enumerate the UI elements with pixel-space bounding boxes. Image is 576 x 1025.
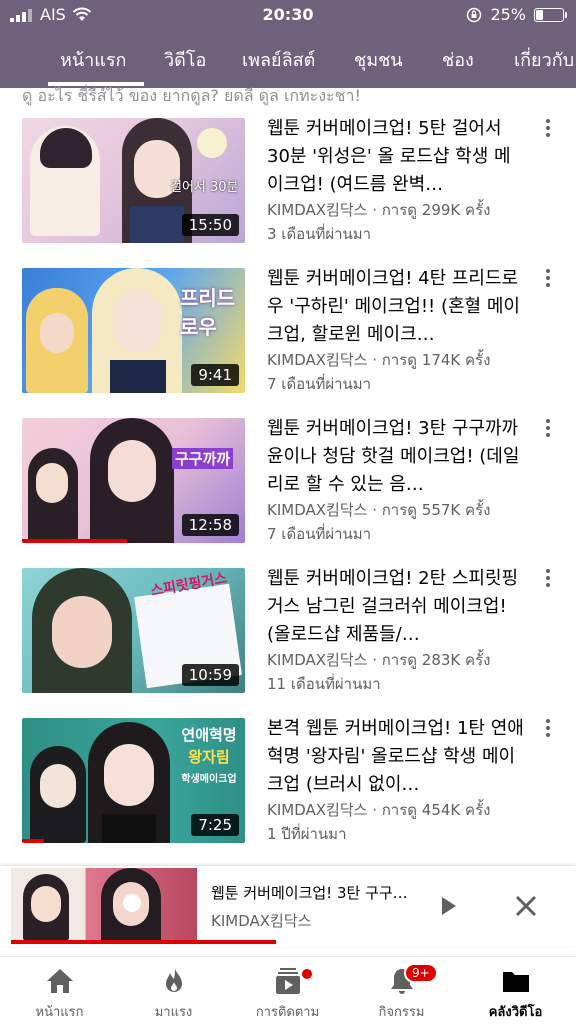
video-item[interactable]: 프리드로우 9:41 웹툰 커버메이크업! 4탄 프리드로우 '구하린' 메이크…	[0, 268, 576, 398]
thumbnail-caption: 연애혁명	[181, 726, 237, 744]
more-options-icon[interactable]	[538, 566, 558, 596]
mini-player[interactable]: 웹툰 커버메이크업! 3탄 구구… KIMDAX킴닥스	[0, 866, 576, 946]
tab-home[interactable]: หน้าแรก	[60, 45, 126, 74]
video-age: 3 เดือนที่ผ่านมา	[267, 225, 372, 243]
video-thumbnail[interactable]: 걸어서 30분 15:50	[22, 118, 245, 243]
video-age: 1 ปีที่ผ่านมา	[267, 825, 347, 843]
mini-player-channel: KIMDAX킴닥스	[211, 912, 312, 930]
library-icon	[503, 972, 529, 992]
battery-icon	[534, 7, 567, 22]
nav-trending-label: มาแรง	[154, 1005, 193, 1020]
tab-playlists[interactable]: เพลย์ลิสต์	[242, 45, 315, 74]
tab-videos[interactable]: วิดีโอ	[164, 45, 206, 74]
mini-player-title[interactable]: 웹툰 커버메이크업! 3탄 구구…	[211, 882, 416, 903]
battery-percent: 25%	[490, 5, 526, 24]
video-age: 7 เดือนที่ผ่านมา	[267, 375, 372, 393]
video-meta: KIMDAX킴닥스 · การดู 557K ครั้ง 7 เดือนที่ผ…	[267, 498, 527, 546]
video-meta: KIMDAX킴닥스 · การดู 283K ครั้ง 11 เดือนที่…	[267, 648, 527, 696]
video-title[interactable]: 웹툰 커버메이크업! 5탄 걸어서 30분 '위성은' 올 로드샵 학생 메이크…	[267, 115, 525, 199]
thumbnail-caption: 걸어서 30분	[170, 180, 239, 195]
status-bar: AIS 20:30 25%	[0, 0, 576, 30]
video-duration: 9:41	[191, 364, 239, 386]
battery-level	[536, 9, 543, 20]
mini-player-thumbnail[interactable]	[11, 868, 197, 940]
video-channel-views: KIMDAX킴닥스 · การดู 557K ครั้ง	[267, 501, 491, 519]
orientation-lock-icon	[467, 7, 482, 22]
video-channel-views: KIMDAX킴닥스 · การดู 454K ครั้ง	[267, 801, 491, 819]
more-options-icon[interactable]	[538, 266, 558, 296]
nav-library[interactable]: คลังวิดีโอ	[458, 957, 573, 1025]
video-channel-views: KIMDAX킴닥스 · การดู 174K ครั้ง	[267, 351, 491, 369]
video-thumbnail[interactable]: 연애혁명 왕자림 학생메이크업 7:25	[22, 718, 245, 843]
thumbnail-caption-2: 왕자림	[188, 748, 230, 766]
nav-activity-label: กิจกรรม	[378, 1005, 425, 1020]
video-thumbnail[interactable]: 스피릿핑거스 10:59	[22, 568, 245, 693]
more-options-icon[interactable]	[538, 116, 558, 146]
nav-subscriptions-label: การติดตาม	[255, 1005, 320, 1020]
nav-library-label: คลังวิดีโอ	[488, 1005, 543, 1020]
video-meta: KIMDAX킴닥스 · การดู 299K ครั้ง 3 เดือนที่ผ…	[267, 198, 527, 246]
mini-player-progress-bar	[11, 940, 277, 944]
video-thumbnail[interactable]: 프리드로우 9:41	[22, 268, 245, 393]
video-duration: 10:59	[181, 664, 239, 686]
video-channel-views: KIMDAX킴닥스 · การดู 299K ครั้ง	[267, 201, 491, 219]
video-duration: 12:58	[181, 514, 239, 536]
nav-subscriptions[interactable]: การติดตาม	[230, 957, 345, 1025]
video-title[interactable]: 웹툰 커버메이크업! 2탄 스피릿핑거스 남그린 걸크러쉬 메이크업! (올로드…	[267, 565, 525, 649]
video-age: 7 เดือนที่ผ่านมา	[267, 525, 372, 543]
video-duration: 15:50	[181, 214, 239, 236]
video-item[interactable]: 연애혁명 왕자림 학생메이크업 7:25 본격 웹툰 커버메이크업! 1탄 연애…	[0, 718, 576, 848]
video-item[interactable]: 스피릿핑거스 10:59 웹툰 커버메이크업! 2탄 스피릿핑거스 남그린 걸크…	[0, 568, 576, 698]
watch-progress-bar	[22, 539, 127, 543]
video-meta: KIMDAX킴닥스 · การดู 174K ครั้ง 7 เดือนที่ผ…	[267, 348, 527, 396]
watch-progress-bar	[22, 839, 45, 843]
video-title[interactable]: 웹툰 커버메이크업! 4탄 프리드로우 '구하린' 메이크업!! (혼혈 메이크…	[267, 265, 525, 349]
play-icon[interactable]	[436, 894, 460, 918]
status-right: 25%	[466, 5, 567, 24]
video-item[interactable]: 구구까까 12:58 웹툰 커버메이크업! 3탄 구구까까 윤이나 청담 핫걸 …	[0, 418, 576, 548]
video-title[interactable]: 본격 웹툰 커버메이크업! 1탄 연애혁명 '왕자림' 올로드샵 학생 메이크업…	[267, 715, 525, 799]
tab-about[interactable]: เกี่ยวกับ	[514, 45, 574, 74]
thumbnail-caption: 구구까까	[172, 448, 234, 469]
video-title[interactable]: 웹툰 커버메이크업! 3탄 구구까까 윤이나 청담 핫걸 메이크업! (데일리로…	[267, 415, 525, 499]
home-icon	[47, 969, 73, 993]
close-icon[interactable]	[510, 890, 542, 922]
subscriptions-icon	[276, 968, 300, 994]
thumbnail-caption-3: 학생메이크업	[181, 774, 237, 785]
video-meta: KIMDAX킴닥스 · การดู 454K ครั้ง 1 ปีที่ผ่าน…	[267, 798, 527, 846]
new-content-dot	[300, 967, 314, 981]
notification-badge: 9+	[404, 963, 438, 983]
tab-channels[interactable]: ช่อง	[442, 45, 474, 74]
nav-home-label: หน้าแรก	[35, 1005, 84, 1020]
nav-trending[interactable]: มาแรง	[116, 957, 231, 1025]
video-channel-views: KIMDAX킴닥스 · การดู 283K ครั้ง	[267, 651, 491, 669]
partially-hidden-text: ดู อะไร ชี่รีส์ไว้ ของ ยากดูล? ยดลี ดูล …	[22, 86, 361, 105]
trending-icon	[166, 968, 182, 992]
thumbnail-caption: 프리드로우	[180, 286, 236, 339]
video-duration: 7:25	[191, 814, 239, 836]
more-options-icon[interactable]	[538, 716, 558, 746]
bottom-navigation: หน้าแรก มาแรง การติดตาม 9+ กิจกรรม คลังว…	[0, 956, 576, 1025]
video-thumbnail[interactable]: 구구까까 12:58	[22, 418, 245, 543]
nav-home[interactable]: หน้าแรก	[2, 957, 117, 1025]
nav-activity[interactable]: 9+ กิจกรรม	[344, 957, 459, 1025]
more-options-icon[interactable]	[538, 416, 558, 446]
video-item[interactable]: 걸어서 30분 15:50 웹툰 커버메이크업! 5탄 걸어서 30분 '위성은…	[0, 118, 576, 248]
video-age: 11 เดือนที่ผ่านมา	[267, 675, 381, 693]
channel-tabs: หน้าแรก วิดีโอ เพลย์ลิสต์ ชุมชน ช่อง เกี…	[0, 30, 576, 88]
tab-community[interactable]: ชุมชน	[354, 45, 403, 74]
